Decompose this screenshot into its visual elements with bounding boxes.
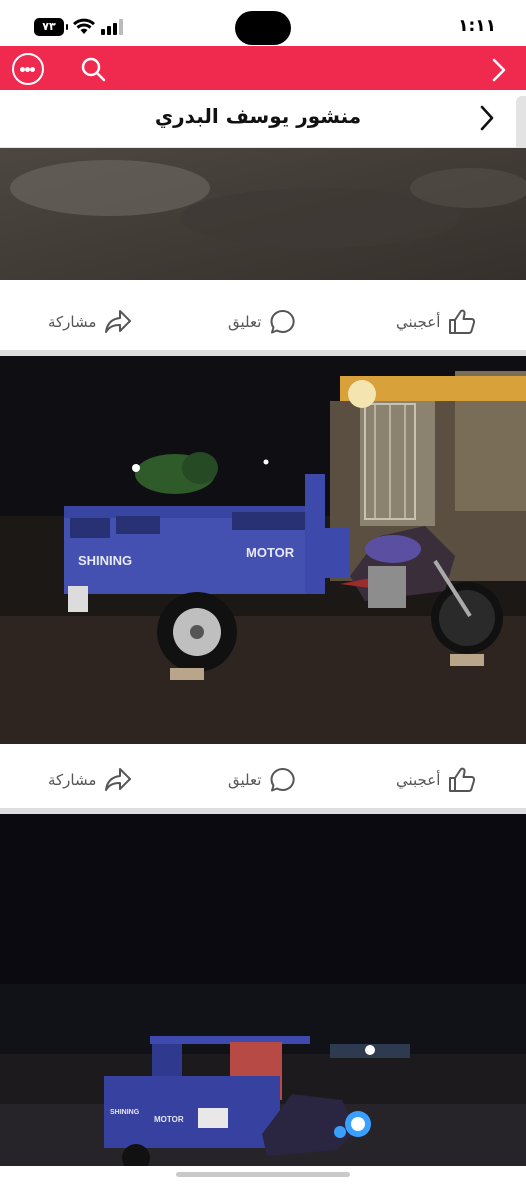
share-button[interactable]: مشاركة [48, 768, 132, 792]
signal-icon [101, 19, 123, 35]
more-options-button[interactable] [12, 53, 44, 85]
like-label: أعجبني [396, 771, 441, 789]
wifi-icon [73, 18, 95, 34]
photo-1-image [0, 148, 526, 280]
photo-2-image: SHINING MOTOR [0, 356, 526, 750]
comment-button[interactable]: تعليق [228, 309, 297, 334]
comment-label: تعليق [228, 313, 262, 331]
post-photo-1[interactable] [0, 148, 526, 280]
share-label: مشاركة [48, 313, 97, 331]
share-button[interactable]: مشاركة [48, 310, 132, 334]
comment-icon [271, 309, 296, 334]
page-title: منشور يوسف البدري [154, 104, 362, 128]
status-bar: ٧٣ ١:١١ [0, 0, 526, 46]
thumbs-up-icon [449, 309, 476, 334]
comment-icon [271, 767, 296, 792]
cart-brand-right: MOTOR [246, 545, 295, 560]
like-button[interactable]: أعجبني [396, 309, 476, 334]
share-label: مشاركة [48, 771, 97, 789]
share-icon [105, 768, 132, 791]
title-bar: منشور يوسف البدري [0, 90, 526, 148]
comment-button[interactable]: تعليق [228, 767, 297, 792]
battery-indicator: ٧٣ [34, 18, 68, 36]
post-photo-2[interactable]: SHINING MOTOR [0, 356, 526, 750]
photo-3-image: SHINING MOTOR [0, 814, 526, 1166]
cart-brand-left: SHINING [110, 1109, 140, 1116]
like-label: أعجبني [396, 313, 441, 331]
home-indicator [176, 1172, 350, 1177]
post-photo-3[interactable]: SHINING MOTOR [0, 814, 526, 1166]
back-chevron-icon[interactable] [492, 58, 506, 82]
cart-brand-right: MOTOR [154, 1115, 184, 1124]
status-time: ١:١١ [458, 16, 496, 36]
dynamic-island [235, 11, 291, 45]
share-icon [105, 310, 132, 333]
thumbs-up-icon [449, 767, 476, 792]
search-icon[interactable] [80, 56, 106, 82]
comment-label: تعليق [228, 771, 262, 789]
like-button[interactable]: أعجبني [396, 767, 476, 792]
cart-brand-left: SHINING [78, 553, 132, 568]
post-actions-2: أعجبني تعليق مشاركة [0, 744, 526, 814]
app-bar [0, 46, 526, 90]
post-actions-1: أعجبني تعليق مشاركة [0, 286, 526, 356]
chevron-right-icon[interactable] [480, 105, 494, 131]
more-dot [30, 67, 35, 72]
